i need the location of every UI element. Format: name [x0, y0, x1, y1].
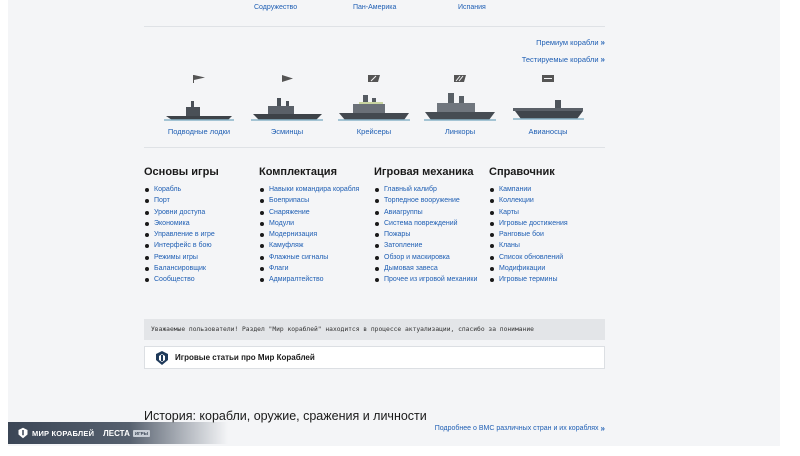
battleship-icon	[454, 75, 466, 82]
list-item[interactable]: Управление в игре	[144, 229, 262, 240]
list-item[interactable]: Затопление	[374, 240, 492, 251]
cruiser-icon	[368, 75, 380, 82]
list-item[interactable]: Список обновлений	[489, 252, 607, 263]
ship-class-label: Эсминцы	[270, 127, 304, 136]
game-articles-title: Игровые статьи про Мир Кораблей	[175, 353, 315, 362]
submarine-icon	[193, 75, 205, 83]
list-item[interactable]: Обзор и маскировка	[374, 252, 492, 263]
double-chevron-right-icon: »	[600, 55, 605, 64]
list-item[interactable]: Модернизация	[259, 229, 377, 240]
footer-brand-bar: МИР КОРАБЛЕЙ ЛЕСТА ИГРЫ	[8, 422, 228, 444]
premium-ships-label: Премиум корабли	[536, 38, 599, 47]
guide-columns: Основы игры Корабль Порт Уровни доступа …	[144, 166, 605, 296]
list-item[interactable]: Флаги	[259, 263, 377, 274]
list-item[interactable]: Модификации	[489, 263, 607, 274]
list-item[interactable]: Карты	[489, 207, 607, 218]
list-item[interactable]: Главный калибр	[374, 184, 492, 195]
column-heading: Справочник	[489, 166, 555, 178]
mir-korabley-logo[interactable]: МИР КОРАБЛЕЙ	[17, 427, 94, 439]
ship-class-cruiser[interactable]: Крейсеры	[328, 74, 420, 136]
ship-class-label: Линкоры	[444, 127, 476, 136]
list-item[interactable]: Камуфляж	[259, 240, 377, 251]
mir-korabley-emblem-icon	[156, 350, 168, 365]
premium-ships-link[interactable]: Премиум корабли »	[536, 38, 605, 47]
list-item[interactable]: Флажные сигналы	[259, 252, 377, 263]
list-item[interactable]: Снаряжение	[259, 207, 377, 218]
list-item[interactable]: Система повреждений	[374, 218, 492, 229]
list-item[interactable]: Прочее из игровой механики	[374, 274, 492, 285]
destroyer-icon	[282, 75, 293, 82]
list-item[interactable]: Балансировщик	[144, 263, 262, 274]
column-heading: Основы игры	[144, 166, 219, 178]
main-content: Содружество Пан-Америка Испания Премиум …	[144, 0, 605, 446]
ship-class-battleship[interactable]: Линкоры	[414, 74, 506, 136]
ship-class-label: Подводные лодки	[167, 127, 231, 136]
ship-class-label: Крейсеры	[356, 127, 392, 136]
list-item[interactable]: Ранговые бои	[489, 229, 607, 240]
double-chevron-right-icon: »	[600, 38, 605, 47]
column-reference: Справочник Кампании Коллекции Карты Игро…	[489, 166, 607, 286]
submarine-image	[164, 101, 234, 121]
notice-banner: Уважаемые пользователи! Раздел "Мир кора…	[144, 319, 605, 340]
nation-link-spain[interactable]: Испания	[458, 4, 486, 11]
list-item[interactable]: Авиагруппы	[374, 207, 492, 218]
list-item[interactable]: Пожары	[374, 229, 492, 240]
column-game-mechanics: Игровая механика Главный калибр Торпедно…	[374, 166, 492, 286]
aircraft-carrier-image	[513, 100, 584, 120]
list-item[interactable]: Режимы игры	[144, 252, 262, 263]
column-heading: Игровая механика	[374, 166, 474, 178]
mir-korabley-logo-icon	[18, 427, 28, 439]
column-heading: Комплектация	[259, 166, 337, 178]
list-item[interactable]: Коллекции	[489, 195, 607, 206]
list-item[interactable]: Боеприпасы	[259, 195, 377, 206]
cruiser-image	[338, 95, 410, 121]
history-more-link[interactable]: Подробнее о ВМС различных стран и их кор…	[435, 424, 605, 433]
list-item[interactable]: Порт	[144, 195, 262, 206]
list-item[interactable]: Уровни доступа	[144, 207, 262, 218]
aircraft-carrier-icon	[542, 75, 554, 82]
divider	[144, 26, 605, 27]
ship-classes: Подводные лодки Эсминцы Крейсеры Линкоры…	[144, 74, 605, 140]
list-item[interactable]: Навыки командира корабля	[259, 184, 377, 195]
page-area: Содружество Пан-Америка Испания Премиум …	[8, 0, 780, 446]
brand-text: МИР КОРАБЛЕЙ	[32, 428, 95, 438]
list-item[interactable]: Экономика	[144, 218, 262, 229]
lesta-logo[interactable]: ЛЕСТА ИГРЫ	[103, 428, 151, 438]
list-item[interactable]: Корабль	[144, 184, 262, 195]
ship-class-aircraft-carrier[interactable]: Авианосцы	[502, 74, 594, 136]
nation-link-commonwealth[interactable]: Содружество	[254, 4, 297, 11]
history-more-label: Подробнее о ВМС различных стран и их кор…	[434, 425, 599, 432]
destroyer-image	[251, 98, 323, 121]
nation-links: Содружество Пан-Америка Испания	[144, 4, 605, 18]
list-item[interactable]: Игровые достижения	[489, 218, 607, 229]
divider	[144, 147, 605, 148]
test-ships-link[interactable]: Тестируемые корабли »	[522, 55, 605, 64]
list-item[interactable]: Кампании	[489, 184, 607, 195]
ship-class-submarine[interactable]: Подводные лодки	[153, 74, 245, 136]
game-articles-box[interactable]: Игровые статьи про Мир Кораблей	[144, 346, 605, 369]
publisher-text: ЛЕСТА	[103, 428, 130, 438]
publisher-badge: ИГРЫ	[132, 429, 151, 437]
test-ships-label: Тестируемые корабли	[521, 55, 599, 64]
ship-class-destroyer[interactable]: Эсминцы	[241, 74, 333, 136]
list-item[interactable]: Сообщество	[144, 274, 262, 285]
list-item[interactable]: Игровые термины	[489, 274, 607, 285]
list-item[interactable]: Дымовая завеса	[374, 263, 492, 274]
list-item[interactable]: Торпедное вооружение	[374, 195, 492, 206]
column-game-basics: Основы игры Корабль Порт Уровни доступа …	[144, 166, 262, 286]
list-item[interactable]: Адмиралтейство	[259, 274, 377, 285]
double-chevron-right-icon: »	[600, 424, 605, 433]
ship-class-label: Авианосцы	[528, 127, 568, 136]
list-item[interactable]: Кланы	[489, 240, 607, 251]
battleship-image	[424, 93, 496, 121]
nation-link-pan-america[interactable]: Пан-Америка	[353, 4, 396, 11]
column-equipment: Комплектация Навыки командира корабля Бо…	[259, 166, 377, 286]
notice-text: Уважаемые пользователи! Раздел "Мир кора…	[151, 326, 534, 333]
list-item[interactable]: Модули	[259, 218, 377, 229]
list-item[interactable]: Интерфейс в бою	[144, 240, 262, 251]
